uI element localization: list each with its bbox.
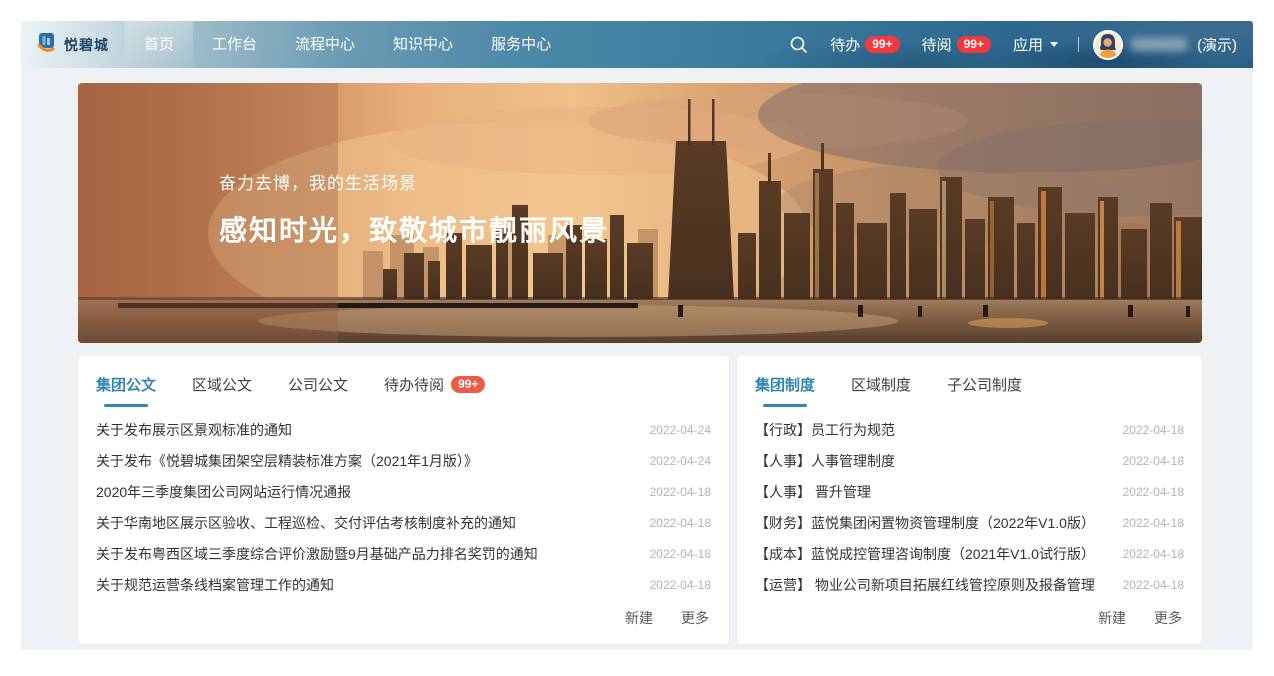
documents-card: 集团公文 区域公文 公司公文 待办待阅 99+ 关于发布展示区景观标: [78, 356, 729, 644]
document-title: 关于发布粤西区域三季度综合评价激励暨9月基础产品力排名奖罚的通知: [96, 544, 538, 564]
tab-label: 区域制度: [851, 374, 911, 395]
policies-card-footer: 新建 更多: [755, 600, 1184, 634]
main-nav: 首页 工作台 流程中心 知识中心 服务中心: [125, 21, 570, 68]
document-date: 2022-04-18: [650, 516, 711, 530]
navbar-right: 待办 99+ 待阅 99+ 应用 (演示): [789, 30, 1253, 60]
search-icon[interactable]: [789, 35, 808, 54]
list-item[interactable]: 【财务】蓝悦集团闲置物资管理制度（2022年V1.0版） 2022-04-18: [755, 507, 1184, 538]
policy-date: 2022-04-18: [1123, 454, 1184, 468]
apps-label: 应用: [1013, 34, 1043, 55]
list-item[interactable]: 2020年三季度集团公司网站运行情况通报 2022-04-18: [96, 477, 711, 508]
toread-label: 待阅: [922, 34, 952, 55]
top-navbar: 悦碧城 首页 工作台 流程中心 知识中心 服务中心 待办 99+ 待阅 99+: [21, 21, 1253, 68]
document-title: 关于发布展示区景观标准的通知: [96, 420, 292, 440]
policy-title: 【行政】员工行为规范: [755, 420, 895, 440]
user-avatar[interactable]: [1093, 30, 1123, 60]
apps-menu[interactable]: 应用: [1013, 34, 1058, 55]
policies-tabs: 集团制度 区域制度 子公司制度: [755, 374, 1184, 407]
document-title: 关于华南地区展示区验收、工程巡检、交付评估考核制度补充的通知: [96, 513, 516, 533]
new-policy-link[interactable]: 新建: [1098, 608, 1126, 628]
more-policies-link[interactable]: 更多: [1154, 608, 1182, 628]
portal-app: 悦碧城 首页 工作台 流程中心 知识中心 服务中心 待办 99+ 待阅 99+: [21, 21, 1253, 650]
policy-title: 【成本】蓝悦成控管理咨询制度（2021年V1.0试行版）: [755, 544, 1095, 564]
cards-row: 集团公文 区域公文 公司公文 待办待阅 99+ 关于发布展示区景观标: [78, 356, 1202, 644]
policies-list: 【行政】员工行为规范 2022-04-18 【人事】人事管理制度 2022-04…: [755, 415, 1184, 600]
todo-badge: 99+: [865, 36, 899, 53]
hero-copy: 奋力去博，我的生活场景 感知时光，致敬城市靓丽风景: [219, 169, 609, 249]
list-item[interactable]: 【运营】 物业公司新项目拓展红线管控原则及报备管理 2022-04-18: [755, 569, 1184, 600]
navbar-divider: [1078, 37, 1079, 52]
nav-item-workbench[interactable]: 工作台: [193, 21, 276, 68]
tab-region-policies[interactable]: 区域制度: [851, 374, 911, 407]
nav-item-knowledge-center[interactable]: 知识中心: [374, 21, 472, 68]
brand-logo[interactable]: 悦碧城: [21, 32, 125, 58]
document-date: 2022-04-18: [650, 578, 711, 592]
list-item[interactable]: 关于华南地区展示区验收、工程巡检、交付评估考核制度补充的通知 2022-04-1…: [96, 507, 711, 538]
tab-region-documents[interactable]: 区域公文: [192, 374, 252, 407]
page-content: 奋力去博，我的生活场景 感知时光，致敬城市靓丽风景 集团公文 区域公文 公司公文: [21, 68, 1253, 650]
hero-banner[interactable]: 奋力去博，我的生活场景 感知时光，致敬城市靓丽风景: [78, 83, 1202, 343]
todo-counter[interactable]: 待办 99+: [830, 34, 899, 55]
user-demo-suffix: (演示): [1197, 34, 1237, 55]
tab-company-documents[interactable]: 公司公文: [288, 374, 348, 407]
document-date: 2022-04-18: [650, 547, 711, 561]
document-title: 关于发布《悦碧城集团架空层精装标准方案（2021年1月版）》: [96, 451, 478, 471]
tab-pending-items[interactable]: 待办待阅 99+: [384, 374, 485, 407]
todo-label: 待办: [830, 34, 860, 55]
policy-title: 【财务】蓝悦集团闲置物资管理制度（2022年V1.0版）: [755, 513, 1095, 533]
policy-date: 2022-04-18: [1123, 485, 1184, 499]
tab-group-documents[interactable]: 集团公文: [96, 374, 156, 407]
list-item[interactable]: 关于发布展示区景观标准的通知 2022-04-24: [96, 415, 711, 446]
toread-badge: 99+: [957, 36, 991, 53]
tab-subsidiary-policies[interactable]: 子公司制度: [947, 374, 1022, 407]
documents-list: 关于发布展示区景观标准的通知 2022-04-24 关于发布《悦碧城集团架空层精…: [96, 415, 711, 600]
tab-label: 子公司制度: [947, 374, 1022, 395]
policy-date: 2022-04-18: [1123, 547, 1184, 561]
user-name-masked: [1131, 38, 1187, 51]
tab-label: 集团公文: [96, 374, 156, 395]
document-date: 2022-04-24: [650, 423, 711, 437]
documents-card-footer: 新建 更多: [96, 600, 711, 634]
list-item[interactable]: 【行政】员工行为规范 2022-04-18: [755, 415, 1184, 446]
list-item[interactable]: 【人事】人事管理制度 2022-04-18: [755, 446, 1184, 477]
brand-name: 悦碧城: [64, 35, 109, 55]
list-item[interactable]: 关于发布《悦碧城集团架空层精装标准方案（2021年1月版）》 2022-04-2…: [96, 446, 711, 477]
policy-title: 【运营】 物业公司新项目拓展红线管控原则及报备管理: [755, 575, 1095, 595]
toread-counter[interactable]: 待阅 99+: [922, 34, 991, 55]
policy-date: 2022-04-18: [1123, 578, 1184, 592]
policy-date: 2022-04-18: [1123, 516, 1184, 530]
chevron-down-icon: [1050, 42, 1058, 47]
nav-item-service-center[interactable]: 服务中心: [472, 21, 570, 68]
document-date: 2022-04-18: [650, 485, 711, 499]
document-title: 关于规范运营条线档案管理工作的通知: [96, 575, 334, 595]
nav-item-home[interactable]: 首页: [125, 21, 193, 68]
list-item[interactable]: 关于规范运营条线档案管理工作的通知 2022-04-18: [96, 569, 711, 600]
new-document-link[interactable]: 新建: [625, 608, 653, 628]
policy-title: 【人事】人事管理制度: [755, 451, 895, 471]
list-item[interactable]: 关于发布粤西区域三季度综合评价激励暨9月基础产品力排名奖罚的通知 2022-04…: [96, 538, 711, 569]
nav-item-process-center[interactable]: 流程中心: [276, 21, 374, 68]
tab-group-policies[interactable]: 集团制度: [755, 374, 815, 407]
hero-subtitle: 奋力去博，我的生活场景: [219, 169, 609, 194]
policy-title: 【人事】 晋升管理: [755, 482, 871, 502]
pending-badge: 99+: [451, 376, 485, 393]
policies-card: 集团制度 区域制度 子公司制度 【行政】员工行为规范 2022-04-18: [737, 356, 1202, 644]
documents-tabs: 集团公文 区域公文 公司公文 待办待阅 99+: [96, 374, 711, 407]
policy-date: 2022-04-18: [1123, 423, 1184, 437]
list-item[interactable]: 【人事】 晋升管理 2022-04-18: [755, 477, 1184, 508]
more-documents-link[interactable]: 更多: [681, 608, 709, 628]
tab-label: 区域公文: [192, 374, 252, 395]
document-date: 2022-04-24: [650, 454, 711, 468]
hero-title: 感知时光，致敬城市靓丽风景: [219, 209, 609, 249]
tab-label: 公司公文: [288, 374, 348, 395]
document-title: 2020年三季度集团公司网站运行情况通报: [96, 482, 351, 502]
list-item[interactable]: 【成本】蓝悦成控管理咨询制度（2021年V1.0试行版） 2022-04-18: [755, 538, 1184, 569]
tab-label: 待办待阅: [384, 374, 444, 395]
tab-label: 集团制度: [755, 374, 815, 395]
brand-logo-icon: [36, 32, 57, 58]
